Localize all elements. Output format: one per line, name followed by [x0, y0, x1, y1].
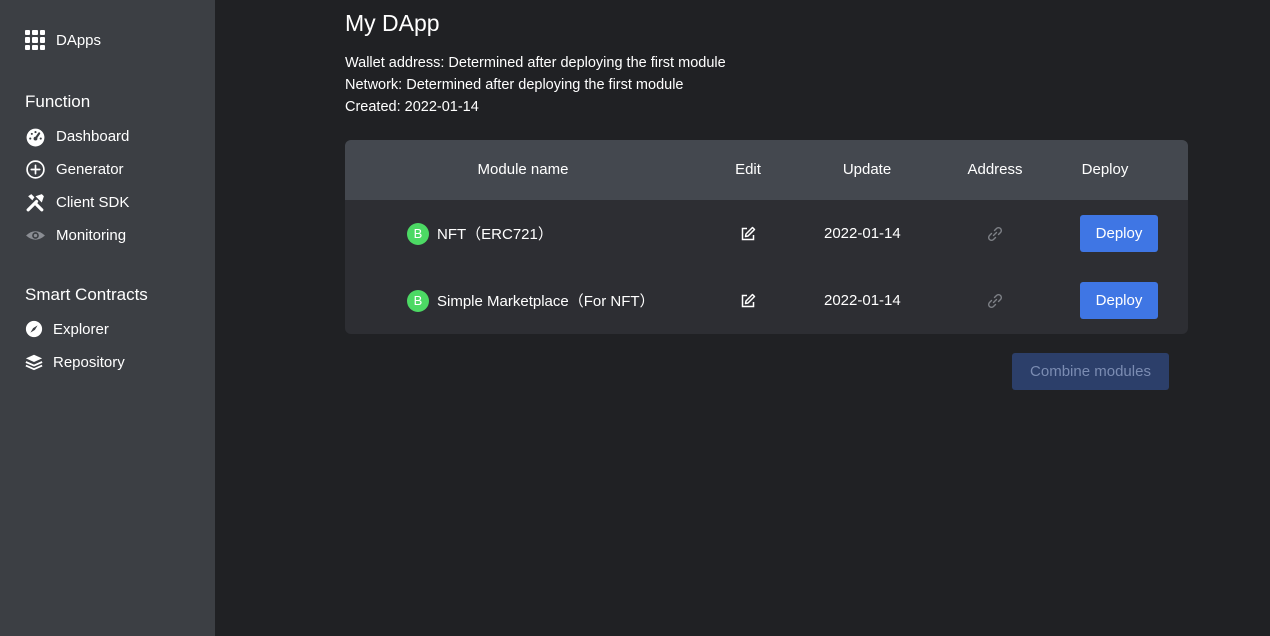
deploy-button[interactable]: Deploy — [1080, 282, 1158, 319]
sidebar-item-generator[interactable]: Generator — [25, 159, 124, 180]
modules-table: Module name Edit Update Address Deploy B… — [345, 140, 1188, 334]
main-content: My DApp Wallet address: Determined after… — [215, 0, 1270, 636]
edit-icon — [741, 226, 756, 240]
edit-icon — [741, 293, 756, 307]
sidebar-item-label: Explorer — [53, 320, 109, 338]
sidebar-item-explorer[interactable]: Explorer — [25, 319, 109, 339]
compass-icon — [25, 320, 43, 338]
combine-modules-button[interactable]: Combine modules — [1012, 353, 1169, 390]
table-header: Module name Edit Update Address Deploy — [345, 140, 1188, 200]
address-link[interactable] — [987, 200, 1003, 267]
edit-button[interactable] — [740, 267, 756, 334]
address-link[interactable] — [987, 267, 1003, 334]
module-name-cell: B NFT（ERC721） — [407, 200, 553, 267]
deploy-button[interactable]: Deploy — [1080, 215, 1158, 252]
app-root: DApps Function Dashboard Generator Clien… — [0, 0, 1270, 636]
tools-icon — [26, 194, 44, 212]
table-row: B NFT（ERC721） 2022-01-14 Deploy — [345, 200, 1188, 267]
update-date: 2022-01-14 — [824, 200, 901, 267]
sidebar-item-label: Repository — [53, 353, 125, 371]
sidebar-item-client-sdk[interactable]: Client SDK — [25, 192, 129, 213]
wallet-address: Wallet address: Determined after deployi… — [345, 55, 726, 71]
sidebar-item-label: Client SDK — [56, 194, 130, 211]
created-date: Created: 2022-01-14 — [345, 99, 479, 115]
sidebar-item-label: Dashboard — [56, 128, 130, 145]
sidebar-item-monitoring[interactable]: Monitoring — [25, 225, 126, 246]
plus-circle-icon — [26, 160, 45, 179]
update-date: 2022-01-14 — [824, 267, 901, 334]
sidebar: DApps Function Dashboard Generator Clien… — [0, 0, 215, 636]
update-date-text: 2022-01-14 — [824, 292, 901, 309]
sidebar-item-label: DApps — [56, 31, 102, 49]
gauge-icon — [26, 128, 45, 147]
layers-icon — [25, 354, 43, 371]
column-header-update: Update — [842, 161, 892, 178]
update-date-text: 2022-01-14 — [824, 225, 901, 242]
deploy-cell: Deploy — [1080, 200, 1158, 267]
grid-icon — [25, 30, 45, 50]
sidebar-section-smart-contracts: Smart Contracts — [25, 285, 148, 304]
module-name: Simple Marketplace（For NFT） — [437, 293, 655, 310]
eye-icon — [26, 231, 45, 240]
link-icon — [987, 226, 1003, 241]
column-header-module-name: Module name — [477, 161, 569, 178]
table-row: B Simple Marketplace（For NFT） 2022-01-14 — [345, 267, 1188, 334]
deploy-cell: Deploy — [1080, 267, 1158, 334]
sidebar-item-dapps[interactable]: DApps — [25, 30, 101, 50]
edit-button[interactable] — [740, 200, 756, 267]
module-name-cell: B Simple Marketplace（For NFT） — [407, 267, 655, 334]
column-header-deploy: Deploy — [1081, 161, 1129, 178]
sidebar-item-label: Monitoring — [56, 227, 127, 244]
column-header-address: Address — [967, 161, 1023, 178]
page-title: My DApp — [345, 10, 440, 36]
sidebar-item-dashboard[interactable]: Dashboard — [25, 126, 129, 147]
network-info: Network: Determined after deploying the … — [345, 77, 684, 93]
status-badge: B — [407, 222, 429, 245]
module-name: NFT（ERC721） — [437, 226, 553, 243]
sidebar-section-function: Function — [25, 92, 91, 111]
status-badge: B — [407, 289, 429, 312]
column-header-edit: Edit — [735, 161, 761, 178]
link-icon — [987, 293, 1003, 308]
sidebar-item-label: Generator — [56, 161, 124, 178]
sidebar-item-repository[interactable]: Repository — [25, 352, 125, 372]
